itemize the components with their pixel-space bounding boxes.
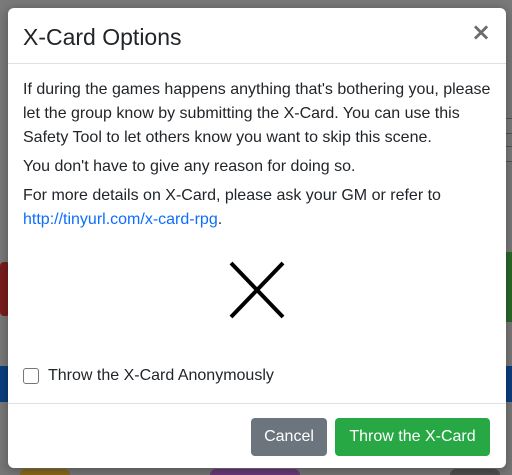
no-reason-paragraph: You don't have to give any reason for do…	[23, 158, 356, 175]
x-card-link[interactable]: http://tinyurl.com/x-card-rpg	[23, 211, 218, 228]
description-paragraph: If during the games happens anything tha…	[23, 81, 491, 146]
x-card-modal: X-Card Options × If during the games hap…	[8, 8, 506, 468]
details-paragraph: For more details on X-Card, please ask y…	[23, 184, 491, 232]
cancel-button[interactable]: Cancel	[251, 418, 327, 456]
modal-footer: Cancel Throw the X-Card	[8, 403, 506, 468]
anonymous-checkbox[interactable]	[23, 368, 39, 384]
anonymous-option: Throw the X-Card Anonymously	[23, 364, 274, 388]
x-card-symbol-icon	[229, 261, 285, 319]
anonymous-checkbox-label[interactable]: Throw the X-Card Anonymously	[48, 364, 274, 388]
close-icon[interactable]: ×	[470, 20, 492, 44]
modal-header: X-Card Options ×	[8, 8, 506, 64]
modal-body: If during the games happens anything tha…	[8, 64, 506, 320]
throw-x-card-button[interactable]: Throw the X-Card	[335, 418, 490, 456]
modal-title: X-Card Options	[23, 24, 182, 50]
details-suffix: .	[217, 211, 223, 228]
details-text: For more details on X-Card, please ask y…	[23, 187, 441, 204]
